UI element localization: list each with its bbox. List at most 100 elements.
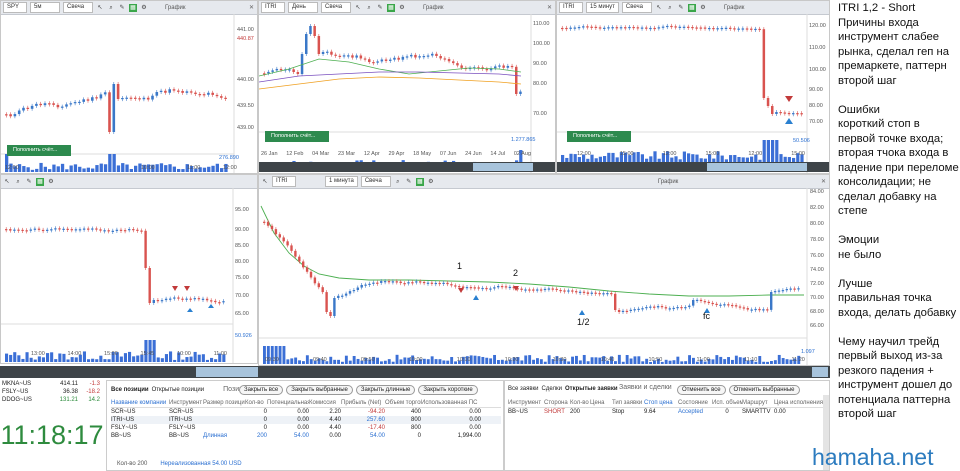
indicator-icon[interactable]: ▦ — [36, 177, 44, 186]
zoom-icon[interactable]: ⌕ — [107, 4, 115, 12]
draw-icon[interactable]: ✎ — [405, 178, 413, 186]
symbol-field[interactable]: ITRI — [559, 2, 583, 13]
close-short-button[interactable]: Закрыть короткие — [418, 385, 478, 395]
indicator-icon[interactable]: ▦ — [129, 3, 137, 12]
cursor-icon[interactable]: ↖ — [655, 4, 663, 12]
scroll-thumb[interactable] — [196, 367, 258, 377]
tab-trades[interactable]: Сделки — [542, 386, 562, 392]
tab-all-positions[interactable]: Все позиции — [111, 387, 149, 393]
volume-bar — [41, 357, 45, 362]
cancel-selected-button[interactable]: Отменить выбранные — [728, 385, 800, 395]
indicator-icon[interactable]: ▦ — [387, 3, 395, 12]
symbol-field[interactable]: ITRI — [261, 2, 285, 13]
cell-company: FSLY~US — [111, 425, 138, 431]
symbol-field[interactable]: SPY — [3, 2, 27, 13]
column-header[interactable]: Тип заявки — [612, 399, 644, 407]
column-header[interactable]: Инструмент — [169, 399, 203, 407]
tab-open-orders[interactable]: Открытые заявки — [565, 386, 618, 392]
column-header[interactable]: Сторона — [544, 399, 570, 407]
settings-icon[interactable]: ⚙ — [140, 4, 148, 12]
candle — [666, 25, 669, 28]
y-tick: 100.00 — [533, 41, 550, 47]
zoom-icon[interactable]: ⌕ — [365, 4, 373, 12]
chart-type-select[interactable]: Свеча — [321, 2, 351, 13]
draw-icon[interactable]: ✎ — [25, 178, 33, 186]
draw-icon[interactable]: ✎ — [376, 4, 384, 12]
tab-all-orders[interactable]: Все заявки — [508, 386, 539, 392]
scroll-thumb[interactable] — [473, 163, 533, 171]
table-row[interactable]: SCR~US SCR~US 0 0.00 2.20 -94.20 400 0.0… — [111, 408, 501, 416]
zoom-icon[interactable]: ⌕ — [394, 178, 402, 186]
fund-account-button[interactable]: Пополнить счёт... — [265, 131, 329, 142]
column-header[interactable]: Цена исполнения — [774, 399, 824, 407]
column-header[interactable]: Стоп цена — [644, 399, 678, 407]
draw-icon[interactable]: ✎ — [118, 4, 126, 12]
quote-row[interactable]: MKNA~US 414.11 -1.3 — [2, 380, 102, 388]
tab-open-positions[interactable]: Открытые позиции — [152, 387, 205, 393]
candle — [387, 281, 391, 283]
main-scrollbar[interactable] — [0, 366, 830, 378]
fund-account-button[interactable]: Пополнить счёт... — [567, 131, 631, 142]
cancel-all-button[interactable]: Отменить все — [677, 385, 726, 395]
column-header[interactable]: Исп. объем — [712, 399, 742, 407]
column-header[interactable]: Потенциальная — [267, 399, 309, 407]
cursor-icon[interactable]: ↖ — [261, 178, 269, 186]
chart-type-select[interactable]: Свеча — [621, 2, 652, 13]
column-header[interactable]: Маршрут — [742, 399, 774, 407]
settings-icon[interactable]: ⚙ — [47, 178, 55, 186]
column-header[interactable]: Состояние — [678, 399, 712, 407]
quote-row[interactable]: FSLY~US 36.38 -18.2 — [2, 388, 102, 396]
column-header[interactable]: Цена — [590, 399, 612, 407]
table-row[interactable]: BB~US BB~US Длинная 200 54.00 0.00 54.00… — [111, 432, 501, 440]
column-header[interactable]: Использованная ПС — [421, 399, 481, 407]
itri-day-scrollbar[interactable] — [259, 162, 555, 172]
itri-15m-candles — [561, 23, 803, 117]
scroll-thumb[interactable] — [707, 163, 807, 171]
table-row[interactable]: BB~US SHORT 200 Stop 9.64 Accepted 0 SMA… — [508, 408, 828, 416]
close-selected-button[interactable]: Закрыть выбранные — [286, 385, 353, 395]
candle — [733, 28, 736, 30]
volume-bar — [56, 166, 60, 172]
zoom-icon[interactable]: ⌕ — [666, 4, 674, 12]
column-header[interactable]: Инструмент — [508, 399, 544, 407]
close-icon[interactable]: ✕ — [547, 4, 552, 11]
column-header[interactable]: Объем торгов — [385, 399, 421, 407]
draw-icon[interactable]: ✎ — [677, 4, 685, 12]
candle — [405, 56, 409, 58]
indicator-icon[interactable]: ▦ — [415, 177, 424, 186]
close-icon[interactable]: ✕ — [249, 4, 254, 11]
cursor-icon[interactable]: ↖ — [354, 4, 362, 12]
interval-select[interactable]: 15 минут — [586, 2, 619, 13]
settings-icon[interactable]: ⚙ — [398, 4, 406, 12]
zoom-icon[interactable]: ⌕ — [14, 178, 22, 186]
cursor-icon[interactable]: ↖ — [96, 4, 104, 12]
interval-select[interactable]: 5м — [30, 2, 60, 13]
close-all-button[interactable]: Закрыть все — [239, 385, 284, 395]
interval-select[interactable]: 1 минута — [325, 176, 358, 187]
chart-type-select[interactable]: Свеча — [63, 2, 93, 13]
candle — [724, 27, 728, 29]
quote-row[interactable]: DDOG~US 131.21 14.2 — [2, 396, 102, 404]
column-header[interactable]: Комиссия — [309, 399, 341, 407]
column-header[interactable]: Кол-во — [570, 399, 590, 407]
candle — [578, 291, 582, 293]
symbol-field[interactable]: ITRI — [272, 176, 296, 187]
close-long-button[interactable]: Закрыть длинные — [355, 385, 416, 395]
settings-icon[interactable]: ⚙ — [699, 4, 707, 12]
indicator-icon[interactable]: ▦ — [687, 3, 696, 12]
itri-15m-scrollbar[interactable] — [557, 162, 829, 172]
column-header[interactable]: Размер позиции — [203, 399, 245, 407]
interval-select[interactable]: День — [288, 2, 318, 13]
candle — [481, 287, 484, 290]
table-row[interactable]: FSLY~US FSLY~US 0 0.00 4.40 -17.40 800 0… — [111, 424, 501, 432]
fund-account-button[interactable]: Пополнить счёт... — [7, 145, 71, 156]
chart-type-select[interactable]: Свеча — [360, 176, 391, 187]
column-header[interactable]: Название компании — [111, 399, 169, 407]
cursor-icon[interactable]: ↖ — [3, 178, 11, 186]
column-header[interactable]: Прибыль (Net) — [341, 399, 385, 407]
column-header[interactable]: Кол-во — [245, 399, 267, 407]
settings-icon[interactable]: ⚙ — [427, 178, 435, 186]
table-row[interactable]: ITRI~US ITRI~US 0 0.00 4.40 257.60 800 0… — [111, 416, 501, 424]
scroll-thumb-right[interactable] — [812, 367, 828, 377]
close-icon[interactable]: ✕ — [821, 178, 826, 185]
